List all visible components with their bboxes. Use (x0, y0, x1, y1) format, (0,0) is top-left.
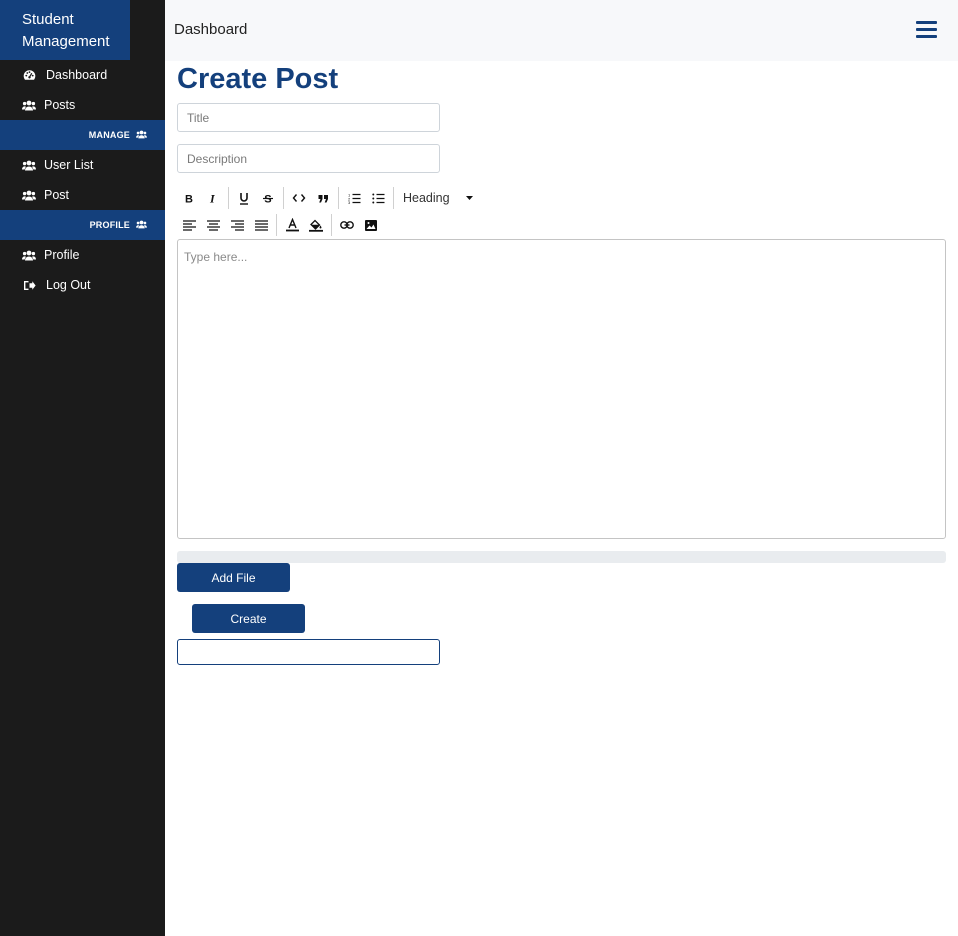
align-justify-icon[interactable] (249, 214, 273, 236)
align-center-icon[interactable] (201, 214, 225, 236)
svg-text:B: B (185, 194, 193, 205)
code-icon[interactable] (287, 187, 311, 209)
sidebar-item-posts[interactable]: Posts (0, 90, 165, 120)
empty-output-box (177, 639, 440, 665)
editor-toolbar-row-1: B I S 123 Heading (177, 187, 473, 209)
users-icon (22, 188, 36, 202)
blockquote-icon[interactable] (311, 187, 335, 209)
toolbar-divider (331, 214, 332, 236)
sidebar-item-post[interactable]: Post (0, 180, 165, 210)
unordered-list-icon[interactable] (366, 187, 390, 209)
topbar-title[interactable]: Dashboard (174, 21, 247, 38)
sidebar-item-dashboard[interactable]: Dashboard (0, 60, 165, 90)
toolbar-divider (338, 187, 339, 209)
users-icon (136, 220, 147, 231)
upload-progress-bar (177, 551, 946, 563)
ordered-list-icon[interactable]: 123 (342, 187, 366, 209)
page-title: Create Post (177, 63, 339, 95)
rich-text-editor[interactable]: Type here... (177, 239, 946, 539)
users-icon (22, 248, 36, 262)
bold-icon[interactable]: B (177, 187, 201, 209)
description-input[interactable] (177, 144, 440, 173)
align-right-icon[interactable] (225, 214, 249, 236)
toolbar-divider (283, 187, 284, 209)
svg-text:I: I (209, 192, 216, 204)
toolbar-divider (228, 187, 229, 209)
sidebar-item-log-out[interactable]: Log Out (0, 270, 165, 300)
toolbar-divider (393, 187, 394, 209)
section-label: PROFILE (89, 220, 130, 230)
link-icon[interactable] (335, 214, 359, 236)
users-icon (136, 130, 147, 141)
caret-down-icon (465, 196, 473, 200)
italic-icon[interactable]: I (201, 187, 225, 209)
section-label: MANAGE (88, 130, 130, 140)
create-button[interactable]: Create (192, 604, 305, 633)
topbar: Dashboard (165, 0, 958, 61)
users-icon (22, 98, 36, 112)
svg-text:3: 3 (348, 200, 351, 204)
strikethrough-icon[interactable]: S (256, 187, 280, 209)
highlight-color-icon[interactable] (304, 214, 328, 236)
sidebar-item-label: User List (44, 158, 94, 172)
sidebar-item-profile[interactable]: Profile (0, 240, 165, 270)
font-color-icon[interactable] (280, 214, 304, 236)
editor-placeholder: Type here... (184, 250, 248, 264)
sidebar-item-label: Posts (44, 98, 76, 112)
heading-select-label: Heading (403, 191, 450, 205)
toolbar-divider (276, 214, 277, 236)
users-icon (22, 158, 36, 172)
app-layout: Student Management Dashboard Posts MANAG… (0, 0, 958, 936)
sidebar: Student Management Dashboard Posts MANAG… (0, 0, 165, 936)
sidebar-item-label: Dashboard (46, 68, 108, 82)
image-icon[interactable] (359, 214, 383, 236)
underline-icon[interactable] (232, 187, 256, 209)
title-input[interactable] (177, 103, 440, 132)
align-left-icon[interactable] (177, 214, 201, 236)
sidebar-item-user-list[interactable]: User List (0, 150, 165, 180)
sidebar-item-label: Post (44, 188, 70, 202)
heading-select[interactable]: Heading (397, 187, 473, 209)
brand-title[interactable]: Student Management (0, 0, 130, 60)
section-header-profile: PROFILE (0, 210, 165, 240)
sidebar-item-label: Log Out (46, 278, 91, 292)
section-header-manage: MANAGE (0, 120, 165, 150)
sidebar-item-label: Profile (44, 248, 80, 262)
tachometer-icon (22, 68, 36, 82)
add-file-button[interactable]: Add File (177, 563, 290, 592)
hamburger-icon[interactable] (916, 21, 937, 39)
editor-toolbar-row-2 (177, 214, 383, 236)
sign-out-icon (22, 278, 36, 292)
